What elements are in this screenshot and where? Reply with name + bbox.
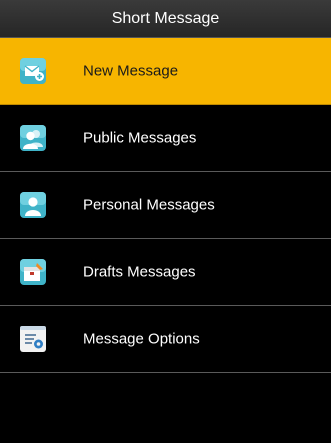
menu-item-personal-messages[interactable]: Personal Messages [0, 172, 331, 239]
public-messages-icon [20, 125, 46, 151]
menu-item-label: Public Messages [83, 129, 197, 147]
message-options-icon [20, 326, 46, 352]
message-menu: New Message Public Messages Personal Mes… [0, 38, 331, 373]
new-message-icon [20, 58, 46, 84]
page-title: Short Message [0, 0, 331, 38]
menu-item-public-messages[interactable]: Public Messages [0, 105, 331, 172]
menu-item-label: Personal Messages [83, 196, 215, 214]
menu-item-label: Message Options [83, 330, 200, 348]
menu-item-label: New Message [83, 62, 179, 80]
drafts-messages-icon [20, 259, 46, 285]
menu-item-label: Drafts Messages [83, 263, 196, 281]
menu-item-new-message[interactable]: New Message [0, 38, 331, 105]
short-message-screen: Short Message New Message Public Message… [0, 0, 331, 443]
personal-messages-icon [20, 192, 46, 218]
menu-item-drafts-messages[interactable]: Drafts Messages [0, 239, 331, 306]
menu-item-message-options[interactable]: Message Options [0, 306, 331, 373]
